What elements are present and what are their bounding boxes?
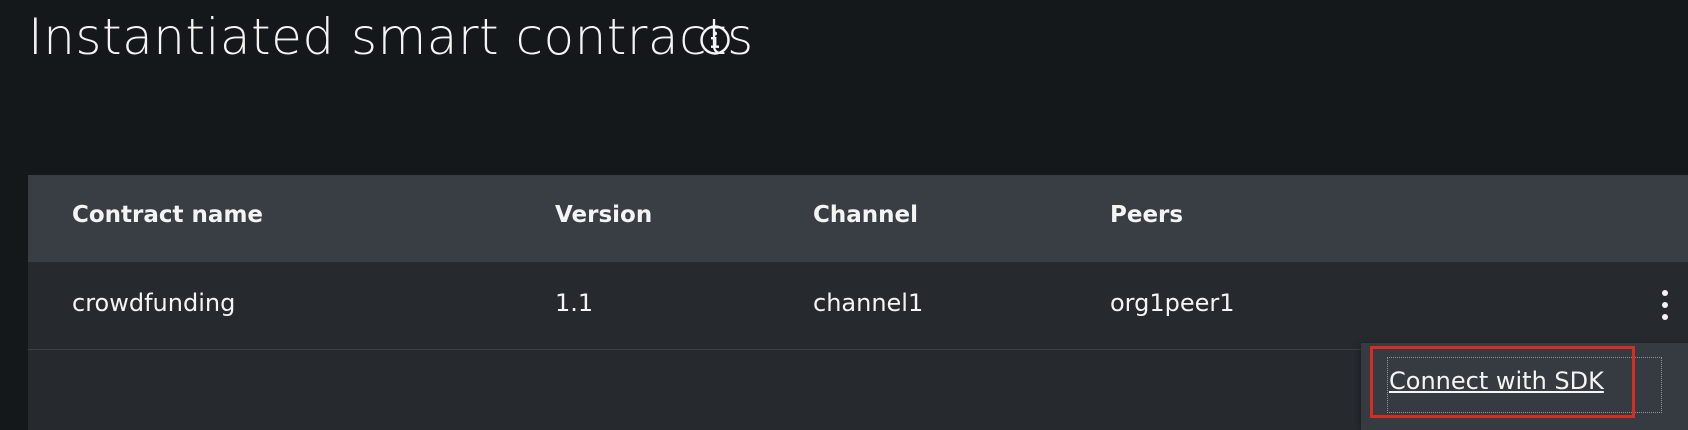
cell-version: 1.1 [555,289,594,317]
table-row[interactable]: crowdfunding 1.1 channel1 org1peer1 [28,262,1688,350]
table-header: Contract name Version Channel Peers [28,175,1688,262]
cell-peers: org1peer1 [1110,289,1235,317]
cell-contract-name: crowdfunding [72,289,236,317]
column-header-peers[interactable]: Peers [1110,202,1183,228]
column-header-contract-name[interactable]: Contract name [72,202,263,228]
column-header-version[interactable]: Version [555,202,652,228]
cell-channel: channel1 [813,289,924,317]
info-icon[interactable] [699,24,731,56]
overflow-menu: Connect with SDK [1361,343,1688,430]
column-header-channel[interactable]: Channel [813,202,918,228]
page-title: Instantiated smart contracts [28,8,754,66]
connect-with-sdk-menu-item[interactable]: Connect with SDK [1389,367,1604,395]
overflow-menu-vertical-icon[interactable] [1658,285,1672,325]
